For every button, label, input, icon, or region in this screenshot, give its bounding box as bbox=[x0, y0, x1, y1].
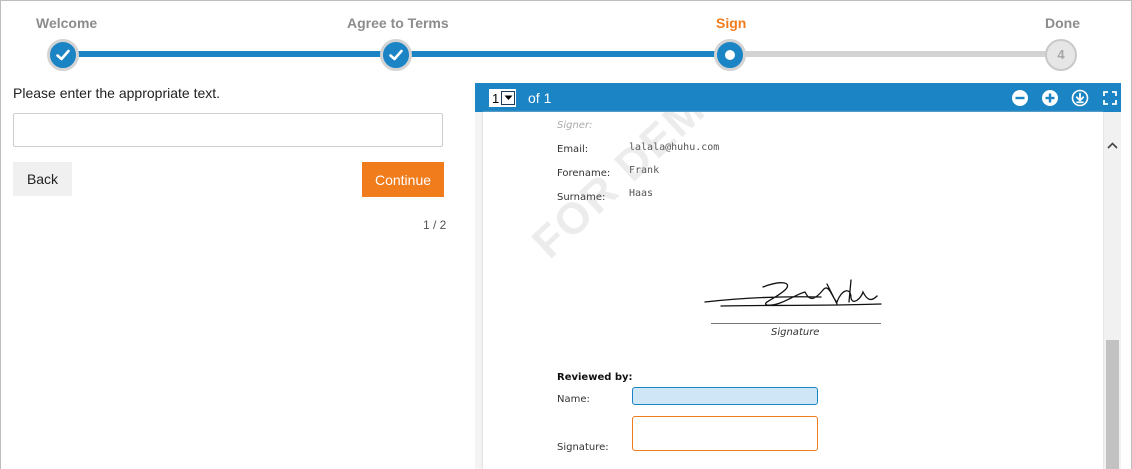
step-label-agree-to-terms: Agree to Terms bbox=[347, 15, 449, 31]
current-step-dot bbox=[725, 50, 735, 60]
page-count-label: of 1 bbox=[528, 90, 552, 106]
chevron-down-icon bbox=[501, 91, 516, 105]
step-label-done: Done bbox=[1045, 15, 1080, 31]
viewer-scrollbar[interactable] bbox=[1104, 112, 1121, 469]
scrollbar-thumb[interactable] bbox=[1106, 340, 1119, 469]
page-select[interactable]: 1 bbox=[489, 89, 517, 107]
back-button[interactable]: Back bbox=[13, 162, 72, 196]
signing-wizard: Welcome Agree to Terms Sign Done 4 Pleas… bbox=[0, 0, 1132, 469]
name-label: Name: bbox=[557, 394, 590, 405]
signature-caption: Signature bbox=[771, 327, 820, 338]
step-number: 4 bbox=[1057, 47, 1065, 62]
continue-button[interactable]: Continue bbox=[362, 162, 444, 197]
signature-label: Signature: bbox=[557, 442, 609, 453]
zoom-out-icon[interactable] bbox=[1011, 89, 1029, 107]
reviewer-signature-field[interactable] bbox=[632, 416, 818, 451]
demo-watermark: FOR DEMO USE bbox=[523, 112, 823, 268]
checkmark-icon bbox=[56, 49, 70, 61]
checkmark-icon bbox=[389, 49, 403, 61]
progress-stepper: Welcome Agree to Terms Sign Done 4 bbox=[1, 1, 1131, 79]
scroll-up-icon[interactable] bbox=[1107, 138, 1118, 152]
step-done-pending: 4 bbox=[1045, 39, 1077, 71]
progress-track-remaining bbox=[731, 51, 1065, 57]
step-welcome-check bbox=[47, 39, 79, 71]
signature-line bbox=[711, 323, 881, 324]
download-icon[interactable] bbox=[1071, 89, 1089, 107]
handwritten-signature-image bbox=[704, 279, 882, 307]
reviewed-by-label: Reviewed by: bbox=[557, 372, 633, 383]
step-sign-current bbox=[714, 39, 746, 71]
step-agree-check bbox=[380, 39, 412, 71]
step-label-sign: Sign bbox=[716, 15, 747, 31]
step-pager: 1 / 2 bbox=[423, 218, 447, 232]
signer-heading: Signer: bbox=[557, 120, 593, 131]
document-viewer: Signer: Email: lalala@huhu.com Forename:… bbox=[475, 112, 1121, 469]
email-label: Email: bbox=[557, 144, 589, 155]
instruction-text: Please enter the appropriate text. bbox=[13, 85, 221, 101]
fullscreen-icon[interactable] bbox=[1101, 89, 1119, 107]
page-select-value: 1 bbox=[492, 90, 500, 106]
document-viewer-toolbar: 1 of 1 bbox=[475, 83, 1121, 112]
text-entry-field[interactable] bbox=[13, 113, 443, 147]
document-page: Signer: Email: lalala@huhu.com Forename:… bbox=[483, 112, 1103, 469]
zoom-in-icon[interactable] bbox=[1041, 89, 1059, 107]
step-label-welcome: Welcome bbox=[36, 15, 98, 31]
reviewer-name-field[interactable] bbox=[632, 387, 818, 405]
